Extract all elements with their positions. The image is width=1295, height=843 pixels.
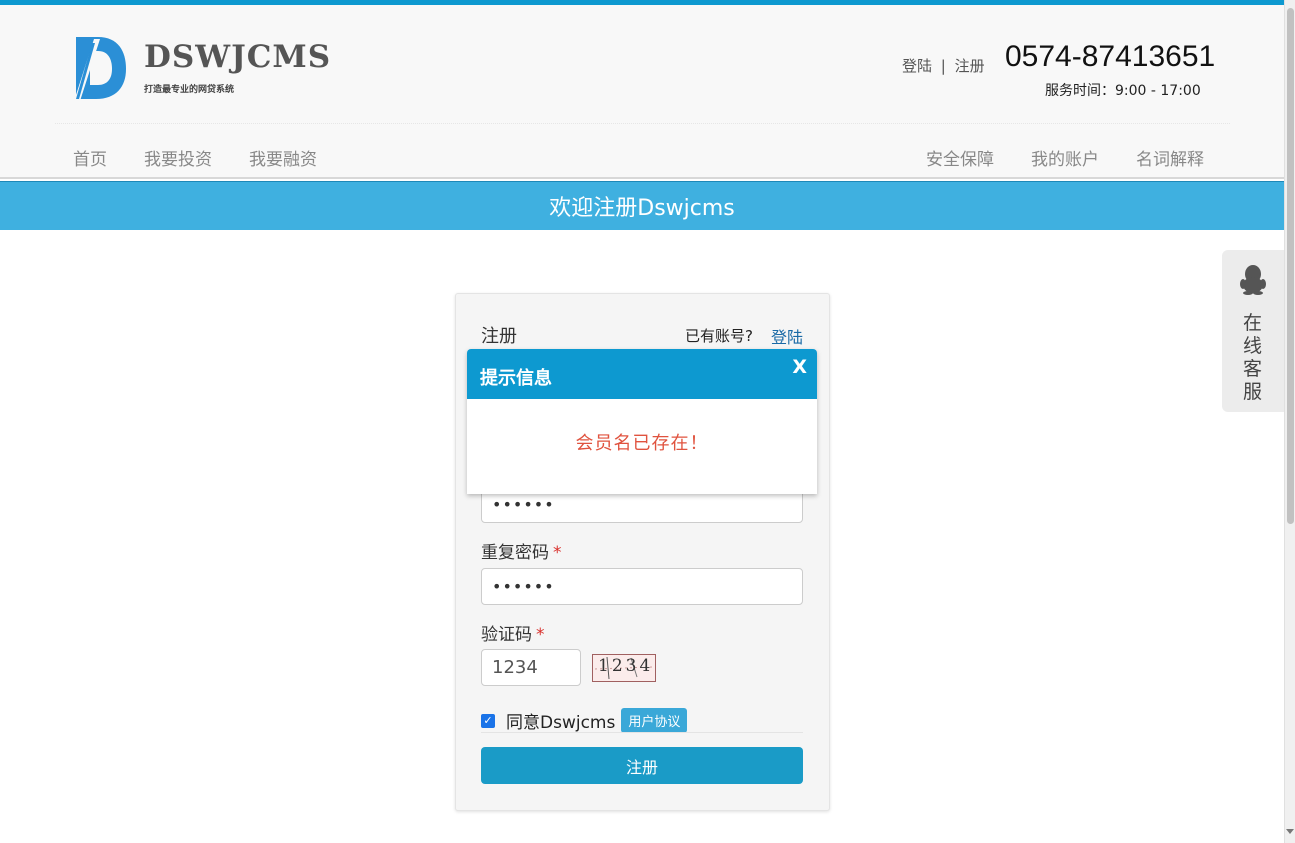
nav-item-security[interactable]: 安全保障	[926, 145, 994, 170]
header-auth-links: 登陆 | 注册	[902, 55, 985, 76]
header-register-link[interactable]: 注册	[955, 57, 985, 75]
site-header: DSWJCMS 打造最专业的网贷系统 登陆 | 注册 0574-87413651…	[0, 5, 1284, 179]
welcome-banner: 欢迎注册Dswjcms	[0, 181, 1284, 230]
main-nav-left: 首页 我要投资 我要融资	[73, 145, 354, 170]
modal-header: 提示信息 X	[467, 349, 817, 399]
nav-item-glossary[interactable]: 名词解释	[1136, 145, 1204, 170]
agreement-divider	[481, 732, 803, 733]
service-time: 服务时间：9:00 - 17:00	[1045, 83, 1201, 99]
agreement-row: ✓ 同意Dswjcms 用户协议	[481, 708, 688, 733]
nav-item-home[interactable]: 首页	[73, 145, 107, 170]
captcha-label-text: 验证码	[481, 625, 532, 645]
logo-text: DSWJCMS	[144, 39, 332, 75]
header-login-link[interactable]: 登陆	[902, 57, 932, 75]
customer-service-label: 在 线 客 服	[1243, 312, 1265, 404]
modal-message: 会员名已存在！	[575, 433, 709, 454]
nav-item-invest[interactable]: 我要投资	[144, 145, 212, 170]
alert-modal: 提示信息 X 会员名已存在！	[467, 349, 817, 494]
required-mark: *	[536, 625, 545, 645]
modal-close-button[interactable]: X	[792, 356, 807, 378]
scroll-down-arrow-icon[interactable]	[1286, 829, 1294, 834]
banner-title: 欢迎注册Dswjcms	[549, 196, 735, 221]
has-account-text: 已有账号?	[685, 327, 753, 345]
agree-checkbox[interactable]: ✓	[481, 713, 495, 728]
cs-char: 客	[1243, 358, 1263, 380]
header-link-separator: |	[940, 57, 946, 75]
required-mark: *	[553, 543, 562, 563]
logo-slogan: 打造最专业的网贷系统	[144, 85, 235, 95]
captcha-input[interactable]: 1234	[481, 649, 581, 686]
nav-item-my-account[interactable]: 我的账户	[1031, 145, 1099, 170]
modal-title: 提示信息	[480, 368, 552, 389]
service-phone: 0574-87413651	[1005, 40, 1216, 73]
qq-penguin-icon	[1240, 265, 1266, 295]
scrollbar-thumb[interactable]	[1287, 8, 1294, 524]
user-agreement-link[interactable]: 用户协议	[621, 708, 688, 733]
form-title: 注册	[481, 326, 517, 347]
captcha-image-text: 1234	[598, 656, 654, 676]
vertical-scrollbar[interactable]	[1284, 0, 1295, 843]
agree-text: 同意Dswjcms	[506, 713, 616, 733]
page: DSWJCMS 打造最专业的网贷系统 登陆 | 注册 0574-87413651…	[0, 0, 1295, 843]
captcha-image[interactable]: 1234	[592, 654, 656, 682]
logo-d-icon	[74, 37, 126, 101]
repeat-password-label: 重复密码 *	[481, 538, 562, 563]
cs-char: 服	[1243, 381, 1263, 403]
site-logo[interactable]: DSWJCMS 打造最专业的网贷系统	[70, 33, 330, 105]
nav-item-financing[interactable]: 我要融资	[249, 145, 317, 170]
captcha-label: 验证码 *	[481, 620, 545, 645]
repeat-password-field[interactable]: ••••••	[481, 568, 803, 605]
login-link[interactable]: 登陆	[771, 324, 803, 348]
cs-char: 在	[1243, 312, 1263, 334]
register-submit-button[interactable]: 注册	[481, 747, 803, 784]
header-divider	[55, 123, 1230, 124]
cs-char: 线	[1243, 335, 1263, 357]
repeat-password-label-text: 重复密码	[481, 543, 549, 563]
online-customer-service[interactable]: 在 线 客 服	[1222, 250, 1284, 412]
main-nav-right: 安全保障 我的账户 名词解释	[926, 145, 1204, 170]
